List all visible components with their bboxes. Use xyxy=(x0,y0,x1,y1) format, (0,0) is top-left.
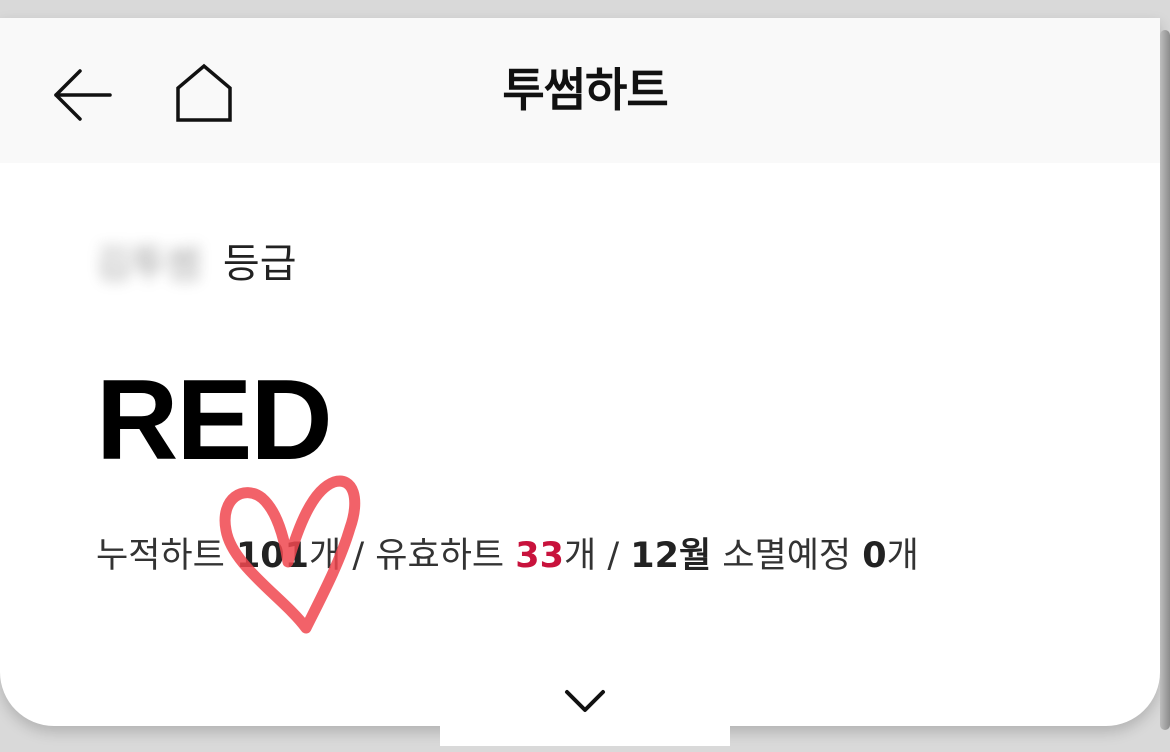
grade-row: 김투썸 등급 xyxy=(96,230,297,290)
heart-stats: 누적하트 101개 / 유효하트 33개 / 12월 소멸예정 0개 xyxy=(96,528,919,584)
expiring-value: 0 xyxy=(862,536,887,576)
grade-label: 등급 xyxy=(222,241,297,287)
unit-label: 개 xyxy=(563,536,597,576)
accumulated-label: 누적하트 xyxy=(96,536,225,576)
separator: / xyxy=(352,536,365,576)
scroll-edge xyxy=(1160,30,1170,730)
back-button[interactable] xyxy=(50,64,116,126)
chevron-down-icon xyxy=(565,690,605,712)
valid-label: 유효하트 xyxy=(375,536,505,576)
top-navigation-bar: 투썸하트 xyxy=(0,18,1160,163)
home-button[interactable] xyxy=(170,62,238,128)
accumulated-value: 101 xyxy=(235,536,310,576)
user-name-blurred: 김투썸 xyxy=(96,241,201,286)
expiring-label: 소멸예정 xyxy=(722,536,852,576)
page-title: 투썸하트 xyxy=(502,63,668,117)
separator: / xyxy=(607,536,620,576)
home-icon xyxy=(176,63,232,122)
valid-value: 33 xyxy=(515,536,564,576)
expand-button[interactable] xyxy=(545,678,625,728)
grade-value: RED xyxy=(96,357,333,484)
arrow-left-icon xyxy=(54,69,112,121)
expiring-month: 12월 xyxy=(630,536,712,576)
unit-label: 개 xyxy=(309,536,342,576)
unit-label: 개 xyxy=(886,536,919,576)
heart-info-card: 투썸하트 김투썸 등급 RED 누적하트 101개 / 유효하트 33개 / 1… xyxy=(0,18,1160,746)
